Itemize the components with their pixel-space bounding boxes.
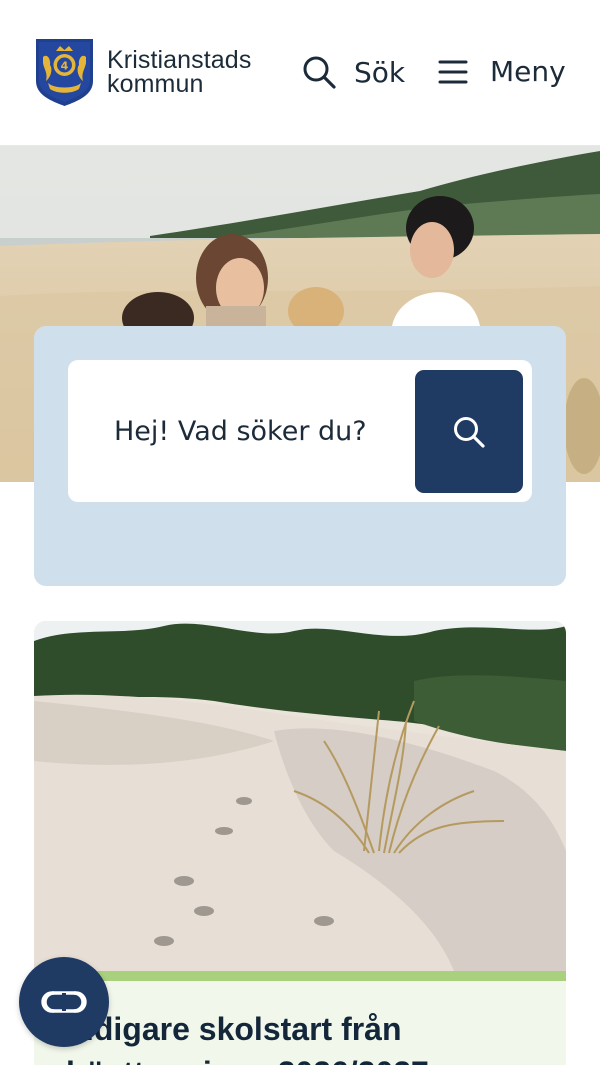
news-card[interactable]: Tidigare skolstart från höstterminen 202…	[34, 621, 566, 1065]
logo-line-2: kommun	[107, 70, 204, 98]
sand-dune-photo	[34, 621, 566, 971]
header-menu-button[interactable]: Meny	[438, 55, 566, 88]
header-search-button[interactable]: Sök	[302, 55, 405, 89]
search-submit-button[interactable]	[415, 370, 523, 493]
site-logo-text: Kristianstads kommun	[107, 46, 252, 98]
site-logo-link[interactable]: 4 Kristianstads kommun	[34, 37, 251, 107]
card-title: Tidigare skolstart från höstterminen 202…	[66, 1011, 429, 1065]
readspeaker-icon	[41, 991, 87, 1013]
svg-text:4: 4	[61, 60, 69, 73]
page: 4 Kristianstads kommun Sök Meny Hej! Vad…	[0, 0, 600, 1065]
header-search-label: Sök	[354, 55, 406, 89]
search-icon	[454, 416, 485, 448]
header-menu-label: Meny	[490, 55, 566, 88]
readspeaker-button[interactable]	[19, 957, 109, 1047]
search-field	[68, 360, 532, 502]
coat-of-arms-icon: 4	[36, 39, 93, 106]
search-icon	[303, 56, 336, 89]
search-panel	[34, 326, 566, 586]
hamburger-icon	[438, 60, 468, 83]
site-header: 4 Kristianstads kommun Sök Meny	[0, 0, 600, 146]
card-accent-strip	[34, 971, 566, 981]
logo-line-1: Kristianstads	[107, 46, 252, 74]
search-input[interactable]	[68, 360, 414, 502]
